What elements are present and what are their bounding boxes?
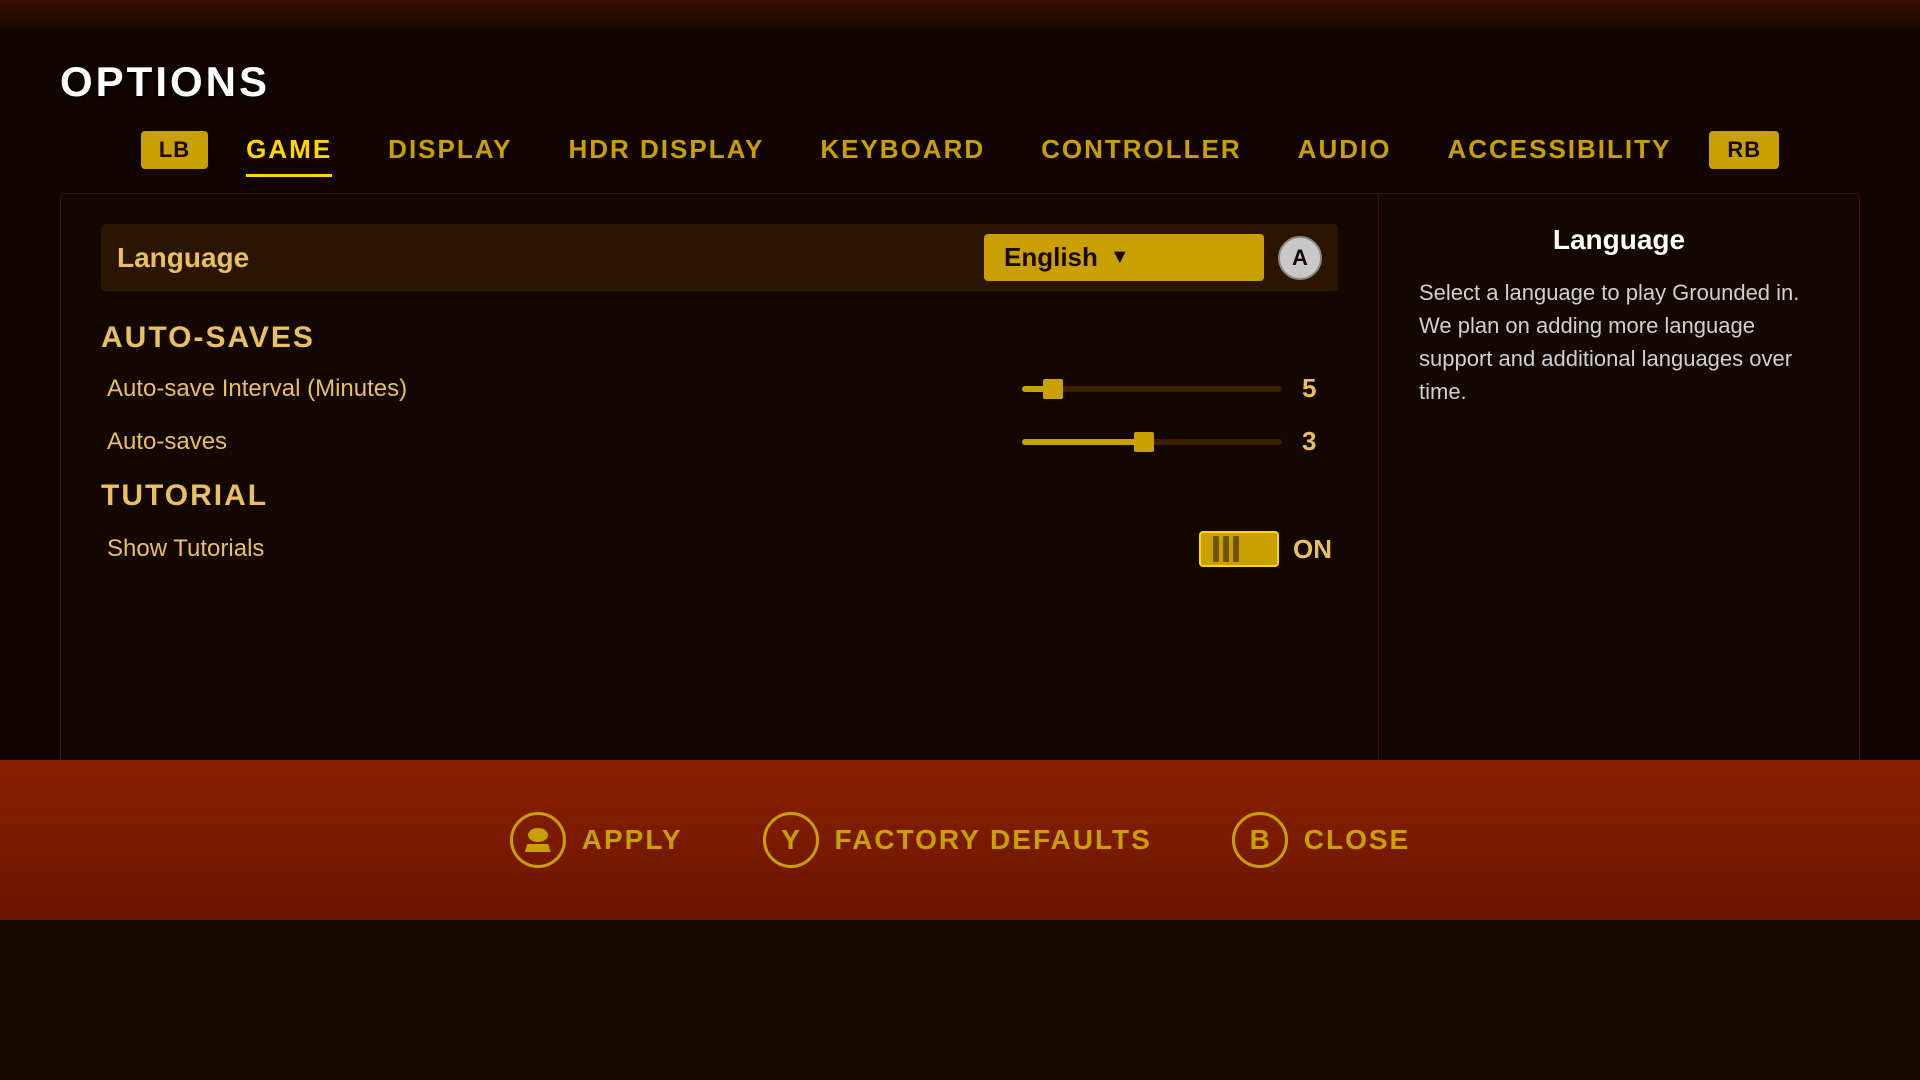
toggle-stripes xyxy=(1213,536,1239,562)
y-button-icon: Y xyxy=(763,812,819,868)
bottom-bar: APPLY Y FACTORY DEFAULTS B CLOSE xyxy=(0,760,1920,920)
tab-game[interactable]: GAME xyxy=(218,126,360,173)
autosave-interval-value: 5 xyxy=(1302,373,1332,404)
apply-label: APPLY xyxy=(582,824,683,856)
autosaves-count-value: 3 xyxy=(1302,426,1332,457)
ls-button-icon xyxy=(510,812,566,868)
apply-action[interactable]: APPLY xyxy=(510,812,683,868)
tab-hdr-display[interactable]: HDR DISPLAY xyxy=(540,126,792,173)
autosaves-count-label: Auto-saves xyxy=(107,428,1022,456)
close-label: CLOSE xyxy=(1304,824,1410,856)
toggle-handle xyxy=(1249,536,1273,562)
right-bumper[interactable]: RB xyxy=(1709,131,1779,169)
autosaves-count-slider[interactable] xyxy=(1022,439,1282,445)
close-action[interactable]: B CLOSE xyxy=(1232,812,1410,868)
toggle-state-label: ON xyxy=(1293,534,1332,565)
toggle-stripe-3 xyxy=(1233,536,1239,562)
autosave-interval-row: Auto-save Interval (Minutes) 5 xyxy=(101,373,1338,404)
autosaves-count-row: Auto-saves 3 xyxy=(101,426,1338,457)
ls-top xyxy=(528,828,548,842)
top-bar xyxy=(0,0,1920,28)
ls-symbol xyxy=(525,828,551,852)
toggle-stripe-2 xyxy=(1223,536,1229,562)
tab-accessibility[interactable]: ACCESSIBILITY xyxy=(1419,126,1699,173)
toggle-stripe-1 xyxy=(1213,536,1219,562)
page-title: OPTIONS xyxy=(60,58,270,105)
dropdown-arrow-icon: ▼ xyxy=(1110,246,1130,269)
b-button-icon: B xyxy=(1232,812,1288,868)
autosave-interval-slider[interactable] xyxy=(1022,386,1282,392)
info-title: Language xyxy=(1419,224,1819,256)
autosave-interval-thumb[interactable] xyxy=(1043,379,1063,399)
language-label: Language xyxy=(117,242,984,274)
main-background: OPTIONS LB GAME DISPLAY HDR DISPLAY KEYB… xyxy=(0,28,1920,920)
tutorial-header: TUTORIAL xyxy=(101,479,1338,513)
show-tutorials-label: Show Tutorials xyxy=(107,535,1199,563)
language-value: English xyxy=(1004,242,1098,273)
info-description: Select a language to play Grounded in. W… xyxy=(1419,276,1819,408)
autosaves-count-fill xyxy=(1022,439,1152,445)
factory-defaults-label: FACTORY DEFAULTS xyxy=(835,824,1152,856)
show-tutorials-row: Show Tutorials ON xyxy=(101,531,1338,567)
factory-defaults-action[interactable]: Y FACTORY DEFAULTS xyxy=(763,812,1152,868)
autosaves-count-thumb[interactable] xyxy=(1134,432,1154,452)
autosaves-header: AUTO-SAVES xyxy=(101,321,1338,355)
content-area: Language English ▼ A AUTO-SAVES Auto-sav… xyxy=(60,193,1860,783)
toggle-visual[interactable] xyxy=(1199,531,1279,567)
tab-navigation: LB GAME DISPLAY HDR DISPLAY KEYBOARD CON… xyxy=(0,106,1920,173)
settings-panel: Language English ▼ A AUTO-SAVES Auto-sav… xyxy=(61,194,1379,782)
tab-controller[interactable]: CONTROLLER xyxy=(1013,126,1270,173)
tab-audio[interactable]: AUDIO xyxy=(1270,126,1420,173)
header: OPTIONS xyxy=(0,28,1920,106)
ls-bottom xyxy=(525,844,551,852)
show-tutorials-toggle[interactable]: ON xyxy=(1199,531,1332,567)
language-dropdown[interactable]: English ▼ xyxy=(984,234,1264,281)
tab-keyboard[interactable]: KEYBOARD xyxy=(792,126,1013,173)
left-bumper[interactable]: LB xyxy=(141,131,208,169)
a-button[interactable]: A xyxy=(1278,236,1322,280)
info-panel: Language Select a language to play Groun… xyxy=(1379,194,1859,782)
language-row: Language English ▼ A xyxy=(101,224,1338,291)
autosave-interval-label: Auto-save Interval (Minutes) xyxy=(107,375,1022,403)
tab-display[interactable]: DISPLAY xyxy=(360,126,540,173)
